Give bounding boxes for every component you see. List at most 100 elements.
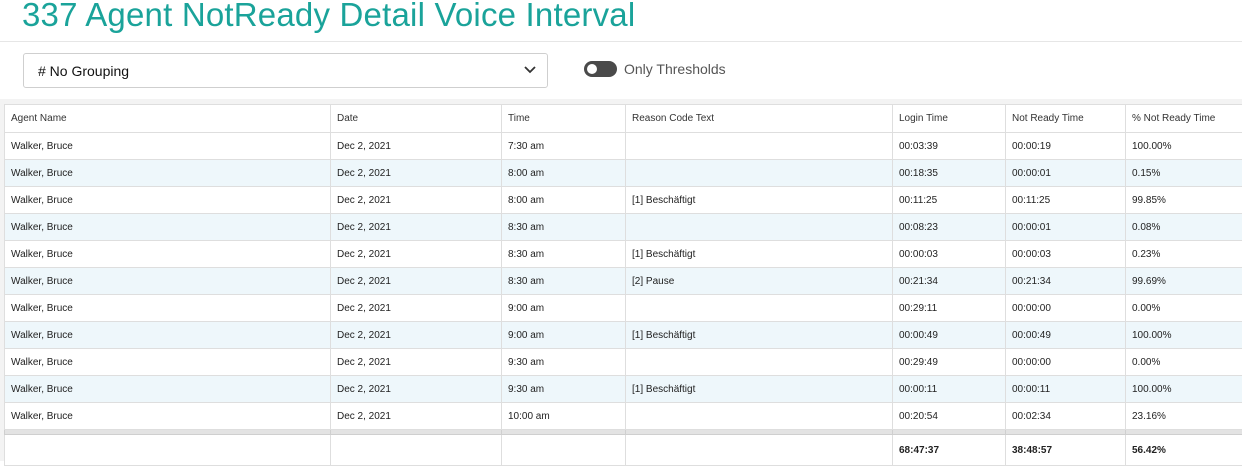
reason-code-cell: [1] Beschäftigt [626, 322, 893, 349]
reason-code-cell [626, 295, 893, 322]
date-cell: Dec 2, 2021 [331, 376, 502, 403]
login-time-cell: 00:08:23 [893, 214, 1006, 241]
pct-not-ready-cell: 100.00% [1126, 133, 1242, 160]
reason-code-cell: [1] Beschäftigt [626, 241, 893, 268]
not-ready-time-cell: 00:00:00 [1006, 349, 1126, 376]
only-thresholds-toggle[interactable] [584, 61, 617, 77]
date-cell: Dec 2, 2021 [331, 268, 502, 295]
login-time-cell: 00:21:34 [893, 268, 1006, 295]
agent-name-cell: Walker, Bruce [5, 295, 331, 322]
not-ready-time-cell: 00:02:34 [1006, 403, 1126, 430]
table-row[interactable]: Walker, BruceDec 2, 20218:30 am[1] Besch… [5, 241, 1242, 268]
agent-name-cell: Walker, Bruce [5, 187, 331, 214]
time-cell: 9:30 am [502, 376, 626, 403]
not-ready-time-cell: 00:00:01 [1006, 160, 1126, 187]
column-header-date[interactable]: Date [331, 105, 502, 133]
pct-not-ready-cell: 99.85% [1126, 187, 1242, 214]
not-ready-time-cell: 00:00:00 [1006, 295, 1126, 322]
login-time-cell: 00:03:39 [893, 133, 1006, 160]
time-cell: 8:00 am [502, 187, 626, 214]
column-header-pct-not-ready-time[interactable]: % Not Ready Time [1126, 105, 1242, 133]
login-time-cell: 00:00:03 [893, 241, 1006, 268]
time-cell: 9:00 am [502, 295, 626, 322]
date-cell: Dec 2, 2021 [331, 295, 502, 322]
date-cell: Dec 2, 2021 [331, 322, 502, 349]
report-table: Agent Name Date Time Reason Code Text Lo… [4, 104, 1242, 466]
toggle-knob [587, 64, 597, 74]
agent-name-cell: Walker, Bruce [5, 349, 331, 376]
column-header-reason-code-text[interactable]: Reason Code Text [626, 105, 893, 133]
column-header-time[interactable]: Time [502, 105, 626, 133]
date-cell: Dec 2, 2021 [331, 403, 502, 430]
pct-not-ready-cell: 0.00% [1126, 295, 1242, 322]
table-row[interactable]: Walker, BruceDec 2, 20218:30 am[2] Pause… [5, 268, 1242, 295]
login-time-cell: 00:11:25 [893, 187, 1006, 214]
pct-not-ready-cell: 0.08% [1126, 214, 1242, 241]
pct-not-ready-cell: 0.23% [1126, 241, 1242, 268]
agent-name-cell: Walker, Bruce [5, 160, 331, 187]
not-ready-time-cell: 00:00:01 [1006, 214, 1126, 241]
not-ready-time-cell: 00:21:34 [1006, 268, 1126, 295]
grouping-selected-value: # No Grouping [38, 63, 129, 79]
reason-code-cell [626, 214, 893, 241]
time-cell: 8:30 am [502, 241, 626, 268]
reason-code-cell [626, 349, 893, 376]
pct-not-ready-cell: 23.16% [1126, 403, 1242, 430]
pct-not-ready-cell: 100.00% [1126, 376, 1242, 403]
not-ready-time-cell: 00:00:49 [1006, 322, 1126, 349]
table-row[interactable]: Walker, BruceDec 2, 20218:00 am[1] Besch… [5, 187, 1242, 214]
login-time-cell: 00:00:11 [893, 376, 1006, 403]
pct-not-ready-cell: 0.15% [1126, 160, 1242, 187]
date-cell: Dec 2, 2021 [331, 187, 502, 214]
table-row[interactable]: Walker, BruceDec 2, 20218:30 am00:08:230… [5, 214, 1242, 241]
reason-code-cell [626, 403, 893, 430]
agent-name-cell: Walker, Bruce [5, 133, 331, 160]
time-cell: 7:30 am [502, 133, 626, 160]
login-time-cell: 00:20:54 [893, 403, 1006, 430]
header-row: Agent Name Date Time Reason Code Text Lo… [5, 105, 1242, 133]
reason-code-cell: [2] Pause [626, 268, 893, 295]
pct-not-ready-cell: 99.69% [1126, 268, 1242, 295]
not-ready-time-cell: 00:00:11 [1006, 376, 1126, 403]
table-row[interactable]: Walker, BruceDec 2, 20219:00 am00:29:110… [5, 295, 1242, 322]
date-cell: Dec 2, 2021 [331, 214, 502, 241]
time-cell: 8:30 am [502, 268, 626, 295]
thresholds-toggle-group: Only Thresholds [584, 61, 726, 77]
date-cell: Dec 2, 2021 [331, 160, 502, 187]
table-row[interactable]: Walker, BruceDec 2, 20219:30 am00:29:490… [5, 349, 1242, 376]
not-ready-time-cell: 00:11:25 [1006, 187, 1126, 214]
login-time-cell: 00:29:11 [893, 295, 1006, 322]
date-cell: Dec 2, 2021 [331, 349, 502, 376]
table-row[interactable]: Walker, BruceDec 2, 20219:00 am[1] Besch… [5, 322, 1242, 349]
agent-name-cell: Walker, Bruce [5, 376, 331, 403]
reason-code-cell [626, 133, 893, 160]
chevron-down-icon [523, 65, 537, 75]
login-time-cell: 00:18:35 [893, 160, 1006, 187]
reason-code-cell: [1] Beschäftigt [626, 187, 893, 214]
agent-name-cell: Walker, Bruce [5, 214, 331, 241]
column-header-not-ready-time[interactable]: Not Ready Time [1006, 105, 1126, 133]
table-body: Walker, BruceDec 2, 20217:30 am00:03:390… [5, 133, 1242, 466]
table-row[interactable]: Walker, BruceDec 2, 20217:30 am 00:03:390… [5, 133, 1242, 160]
reason-code-cell: [1] Beschäftigt [626, 376, 893, 403]
login-time-cell: 00:00:49 [893, 322, 1006, 349]
not-ready-time-cell: 00:00:19 [1006, 133, 1126, 160]
time-cell: 8:30 am [502, 214, 626, 241]
table-row[interactable]: Walker, BruceDec 2, 20218:00 am00:18:350… [5, 160, 1242, 187]
agent-name-cell: Walker, Bruce [5, 241, 331, 268]
time-cell: 10:00 am [502, 403, 626, 430]
agent-name-cell: Walker, Bruce [5, 403, 331, 430]
reason-code-cell [626, 160, 893, 187]
table-row[interactable]: Walker, BruceDec 2, 20219:30 am[1] Besch… [5, 376, 1242, 403]
grouping-dropdown[interactable]: # No Grouping [23, 53, 548, 88]
pct-not-ready-cell: 0.00% [1126, 349, 1242, 376]
time-cell: 9:30 am [502, 349, 626, 376]
time-cell: 9:00 am [502, 322, 626, 349]
title-divider [0, 41, 1242, 42]
column-header-agent-name[interactable]: Agent Name [5, 105, 331, 133]
login-time-cell: 00:29:49 [893, 349, 1006, 376]
date-cell: Dec 2, 2021 [331, 241, 502, 268]
table-row[interactable]: Walker, BruceDec 2, 202110:00 am 00:20:54… [5, 403, 1242, 430]
column-header-login-time[interactable]: Login Time [893, 105, 1006, 133]
date-cell: Dec 2, 2021 [331, 133, 502, 160]
